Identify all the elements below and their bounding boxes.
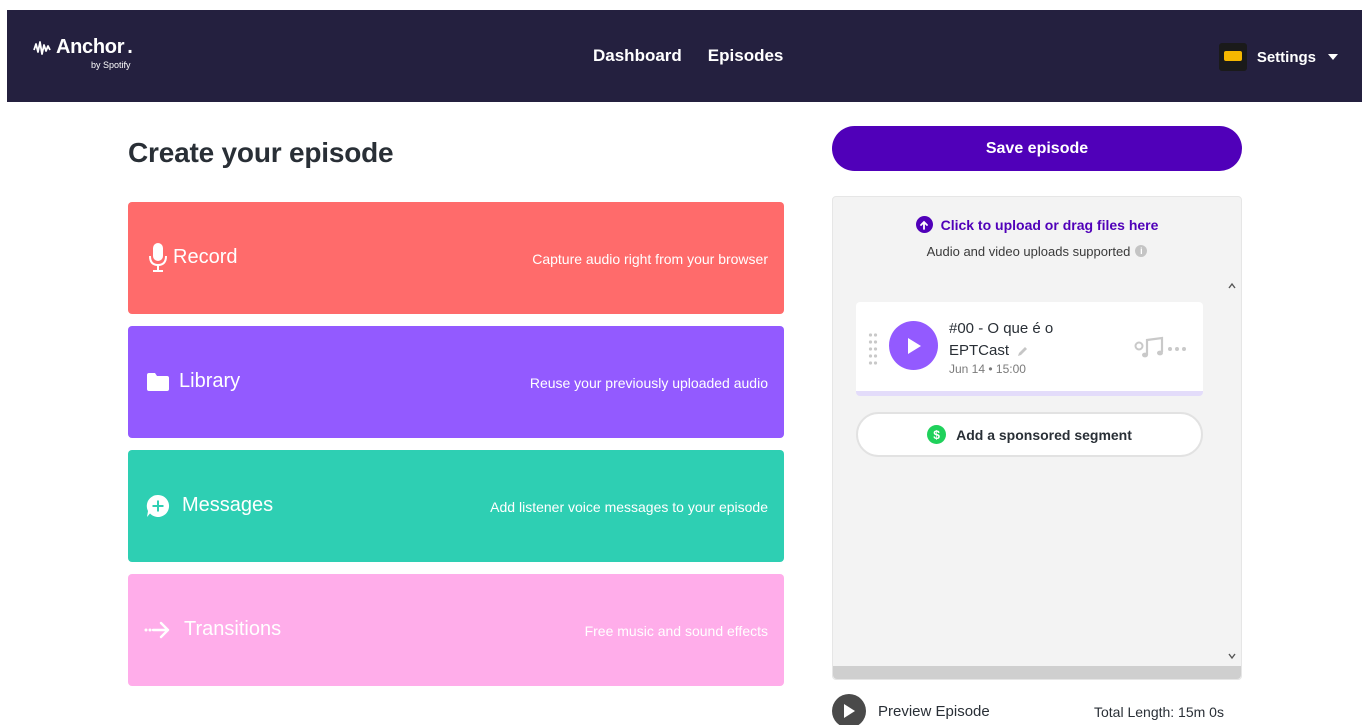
more-options-icon[interactable] xyxy=(1168,347,1186,351)
record-label: Record xyxy=(173,246,238,268)
page: Anchor . by Spotify Dashboard Episodes S… xyxy=(0,0,1366,725)
anchor-waveform-icon xyxy=(33,40,51,55)
play-icon xyxy=(907,337,921,354)
music-note-icon[interactable] xyxy=(1134,336,1166,360)
library-label: Library xyxy=(179,370,241,392)
panel-scrollbar-track[interactable] xyxy=(833,666,1241,679)
settings-menu[interactable]: Settings xyxy=(1218,43,1338,71)
record-tile[interactable]: Record Capture audio right from your bro… xyxy=(128,202,784,314)
top-navigation-bar: Anchor . by Spotify Dashboard Episodes S… xyxy=(7,10,1362,102)
add-sponsored-segment-button[interactable]: $ Add a sponsored segment xyxy=(856,412,1203,457)
nav-episodes[interactable]: Episodes xyxy=(708,46,784,66)
pencil-icon[interactable] xyxy=(1017,346,1028,357)
sponsor-label: Add a sponsored segment xyxy=(956,426,1132,443)
transitions-description: Free music and sound effects xyxy=(584,623,768,639)
episode-builder-panel: Click to upload or drag files here Audio… xyxy=(832,196,1242,680)
segment-title-line2: EPTCast xyxy=(949,342,1010,359)
upload-arrow-icon xyxy=(915,216,933,233)
logo-wordmark: Anchor xyxy=(56,36,125,58)
upload-dropzone[interactable]: Click to upload or drag files here Audio… xyxy=(833,216,1241,259)
upload-label: Click to upload or drag files here xyxy=(940,216,1159,233)
anchor-logo[interactable]: Anchor . by Spotify xyxy=(33,36,133,70)
upload-link[interactable]: Click to upload or drag files here xyxy=(915,216,1159,233)
episode-segment-card[interactable]: #00 - O que é o EPTCast Jun 14 • 15:00 xyxy=(856,302,1203,396)
segment-title: #00 - O que é o EPTCast xyxy=(949,318,1109,362)
transitions-label: Transitions xyxy=(184,618,282,640)
total-length: Total Length: 15m 0s xyxy=(1094,704,1224,720)
folder-icon xyxy=(144,366,172,398)
messages-tile[interactable]: Messages Add listener voice messages to … xyxy=(128,450,784,562)
arrow-right-icon xyxy=(144,614,172,646)
save-episode-button[interactable]: Save episode xyxy=(832,126,1242,171)
microphone-icon xyxy=(144,242,172,274)
preview-label: Preview Episode xyxy=(878,702,990,720)
library-description: Reuse your previously uploaded audio xyxy=(529,375,768,391)
logo-subtitle: by Spotify xyxy=(91,60,131,70)
library-tile[interactable]: Library Reuse your previously uploaded a… xyxy=(128,326,784,438)
podcast-thumbnail xyxy=(1218,43,1247,71)
caret-down-icon xyxy=(1328,54,1338,60)
scroll-up-icon[interactable] xyxy=(1227,281,1237,291)
messages-description: Add listener voice messages to your epis… xyxy=(490,499,768,515)
main-nav: Dashboard Episodes xyxy=(593,46,783,66)
settings-label: Settings xyxy=(1256,48,1316,66)
nav-dashboard[interactable]: Dashboard xyxy=(593,46,682,66)
drag-handle-icon[interactable] xyxy=(868,332,878,366)
upload-hint: Audio and video uploads supported xyxy=(926,243,1131,259)
segment-play-button[interactable] xyxy=(889,321,938,370)
message-plus-icon xyxy=(144,490,172,522)
dollar-icon: $ xyxy=(927,425,947,444)
transitions-tile[interactable]: Transitions Free music and sound effects xyxy=(128,574,784,686)
record-description: Capture audio right from your browser xyxy=(532,251,768,267)
preview-episode-button[interactable]: Preview Episode xyxy=(832,694,990,725)
messages-label: Messages xyxy=(182,494,274,516)
preview-play-icon xyxy=(832,694,866,725)
scroll-down-icon[interactable] xyxy=(1227,651,1237,661)
page-title: Create your episode xyxy=(128,137,394,168)
info-icon[interactable]: i xyxy=(1135,245,1148,257)
segment-date: Jun 14 • 15:00 xyxy=(949,362,1026,376)
segment-title-line1: #00 - O que é o xyxy=(949,320,1054,337)
